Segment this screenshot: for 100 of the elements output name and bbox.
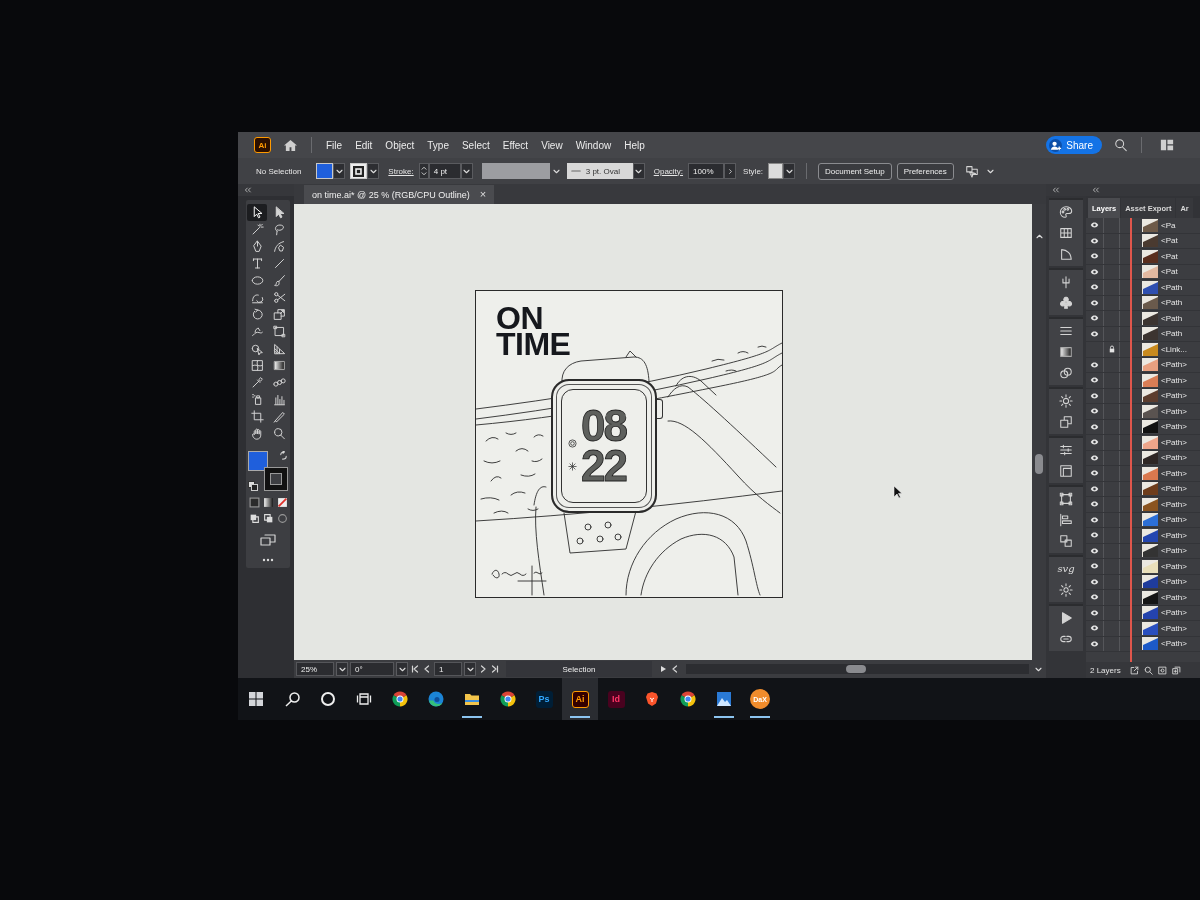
menu-item[interactable]: Object	[380, 137, 420, 153]
library-icon[interactable]	[1059, 464, 1073, 478]
chevron-left-icon[interactable]	[671, 665, 679, 673]
dropdown-button[interactable]	[336, 662, 348, 676]
dropdown-button[interactable]	[464, 662, 476, 676]
next-icon[interactable]	[479, 665, 487, 673]
search-icon[interactable]	[1143, 665, 1153, 675]
taskbar-button[interactable]: Ps	[526, 678, 562, 720]
club-icon[interactable]	[1059, 296, 1073, 310]
dropdown-button[interactable]	[333, 163, 346, 179]
opacity-label[interactable]: Opacity:	[653, 166, 684, 176]
caret-icon[interactable]	[552, 168, 560, 174]
fill-swatch[interactable]	[316, 163, 334, 179]
gear-icon[interactable]	[1059, 583, 1073, 597]
sliders-icon[interactable]	[1059, 443, 1073, 457]
rotation-field[interactable]: 0°	[350, 662, 394, 676]
zoom-field[interactable]: 25%	[296, 662, 334, 676]
palette-icon[interactable]	[1059, 205, 1073, 219]
gradient-mode-icon[interactable]	[262, 497, 274, 508]
svg-panel-button[interactable]: svg	[1057, 562, 1075, 576]
draw-normal-icon[interactable]	[248, 513, 260, 524]
canvas[interactable]: ON TIME 08 22	[294, 204, 1032, 660]
stacked-squares-icon[interactable]	[1059, 415, 1073, 429]
layer-name[interactable]: <Pat	[1161, 251, 1178, 261]
scrollbar-thumb[interactable]	[1035, 454, 1043, 474]
export-icon[interactable]	[1129, 665, 1139, 675]
layer-name[interactable]: <Path	[1161, 329, 1183, 339]
dropdown-button[interactable]	[396, 662, 408, 676]
menu-item[interactable]: Window	[570, 137, 617, 153]
stroke-lines-icon[interactable]	[1059, 324, 1073, 338]
play-icon[interactable]	[659, 665, 667, 673]
layer-name[interactable]: <Path>	[1161, 608, 1187, 618]
menu-item[interactable]: Effect	[497, 137, 534, 153]
layer-name[interactable]: <Path>	[1161, 391, 1187, 401]
opacity-field[interactable]: 100%	[688, 163, 725, 179]
layer-name[interactable]: <Path>	[1161, 577, 1187, 587]
default-colors-icon[interactable]	[248, 481, 258, 491]
layer-name[interactable]: <Pat	[1161, 267, 1178, 277]
previous-icon[interactable]	[423, 665, 431, 673]
app-logo[interactable]: Ai	[254, 137, 271, 153]
weight-spinner[interactable]	[418, 163, 429, 179]
layer-name[interactable]: <Path>	[1161, 530, 1187, 540]
caret-icon[interactable]	[986, 168, 994, 174]
style-swatch[interactable]	[768, 163, 784, 179]
layer-name[interactable]: <Path	[1161, 313, 1183, 323]
selection-tool[interactable]	[247, 204, 267, 221]
brush-field[interactable]: 3 pt. Oval	[566, 163, 633, 179]
artboard-number-field[interactable]: 1	[434, 662, 462, 676]
transform-box-icon[interactable]	[1059, 492, 1073, 506]
window-layout-icon[interactable]	[1160, 138, 1174, 152]
menu-item[interactable]: Select	[456, 137, 495, 153]
swap-arrow-icon[interactable]	[279, 451, 288, 460]
arrange-icon[interactable]	[964, 164, 979, 178]
scrollbar-thumb[interactable]	[846, 665, 866, 673]
menu-item[interactable]: Type	[422, 137, 454, 153]
swatch-grid-icon[interactable]	[1059, 226, 1073, 240]
align-icon[interactable]	[1059, 513, 1073, 527]
layer-name[interactable]: <Path>	[1161, 468, 1187, 478]
taskbar-button[interactable]: Ai	[562, 678, 598, 720]
stroke-color-swatch[interactable]	[265, 468, 287, 490]
layer-name[interactable]: <Pa	[1161, 220, 1176, 230]
layer-name[interactable]: <Path>	[1161, 546, 1187, 556]
stroke-swatch[interactable]	[350, 163, 368, 179]
new-sublayer-icon[interactable]	[1171, 665, 1181, 675]
share-button[interactable]: Share	[1046, 136, 1102, 154]
fill-color-swatch[interactable]	[248, 451, 268, 471]
layer-name[interactable]: <Path	[1161, 282, 1183, 292]
play-icon[interactable]	[1059, 611, 1073, 625]
draw-inside-icon[interactable]	[276, 513, 288, 524]
layer-name[interactable]: <Pat	[1161, 236, 1178, 246]
dropdown-button[interactable]	[367, 163, 380, 179]
collapse-icon[interactable]	[244, 187, 252, 193]
collapse-icon[interactable]	[1092, 187, 1100, 193]
collapse-icon[interactable]	[1052, 187, 1060, 193]
layer-name[interactable]: <Path>	[1161, 592, 1187, 602]
last-page-icon[interactable]	[491, 665, 499, 673]
layer-name[interactable]: <Path>	[1161, 639, 1187, 649]
layer-name[interactable]: <Path>	[1161, 484, 1187, 494]
layer-name[interactable]: <Path>	[1161, 453, 1187, 463]
more-icon[interactable]	[262, 558, 274, 562]
color-mode-icon[interactable]	[248, 497, 260, 508]
dropdown-button[interactable]	[783, 163, 796, 179]
layer-name[interactable]: <Path>	[1161, 406, 1187, 416]
screen-mode-icon[interactable]	[260, 534, 276, 546]
layer-name[interactable]: <Path>	[1161, 360, 1187, 370]
trident-icon[interactable]	[1059, 275, 1073, 289]
menu-item[interactable]: File	[321, 137, 348, 153]
stroke-weight-field[interactable]: 4 pt	[428, 163, 461, 179]
close-button[interactable]: ×	[479, 189, 487, 200]
layer-name[interactable]: <Path>	[1161, 623, 1187, 633]
expand-button[interactable]	[724, 163, 737, 179]
menu-item[interactable]: Help	[619, 137, 650, 153]
draw-behind-icon[interactable]	[262, 513, 274, 524]
search-icon[interactable]	[1114, 138, 1128, 152]
sun-icon[interactable]	[1059, 394, 1073, 408]
stroke-label[interactable]: Stroke:	[388, 166, 414, 176]
document-tab[interactable]: on time.ai* @ 25 % (RGB/CPU Outline) ×	[304, 185, 495, 204]
menu-item[interactable]: Edit	[350, 137, 378, 153]
caret-icon[interactable]	[1035, 666, 1042, 672]
pathfinder-icon[interactable]	[1059, 534, 1073, 548]
